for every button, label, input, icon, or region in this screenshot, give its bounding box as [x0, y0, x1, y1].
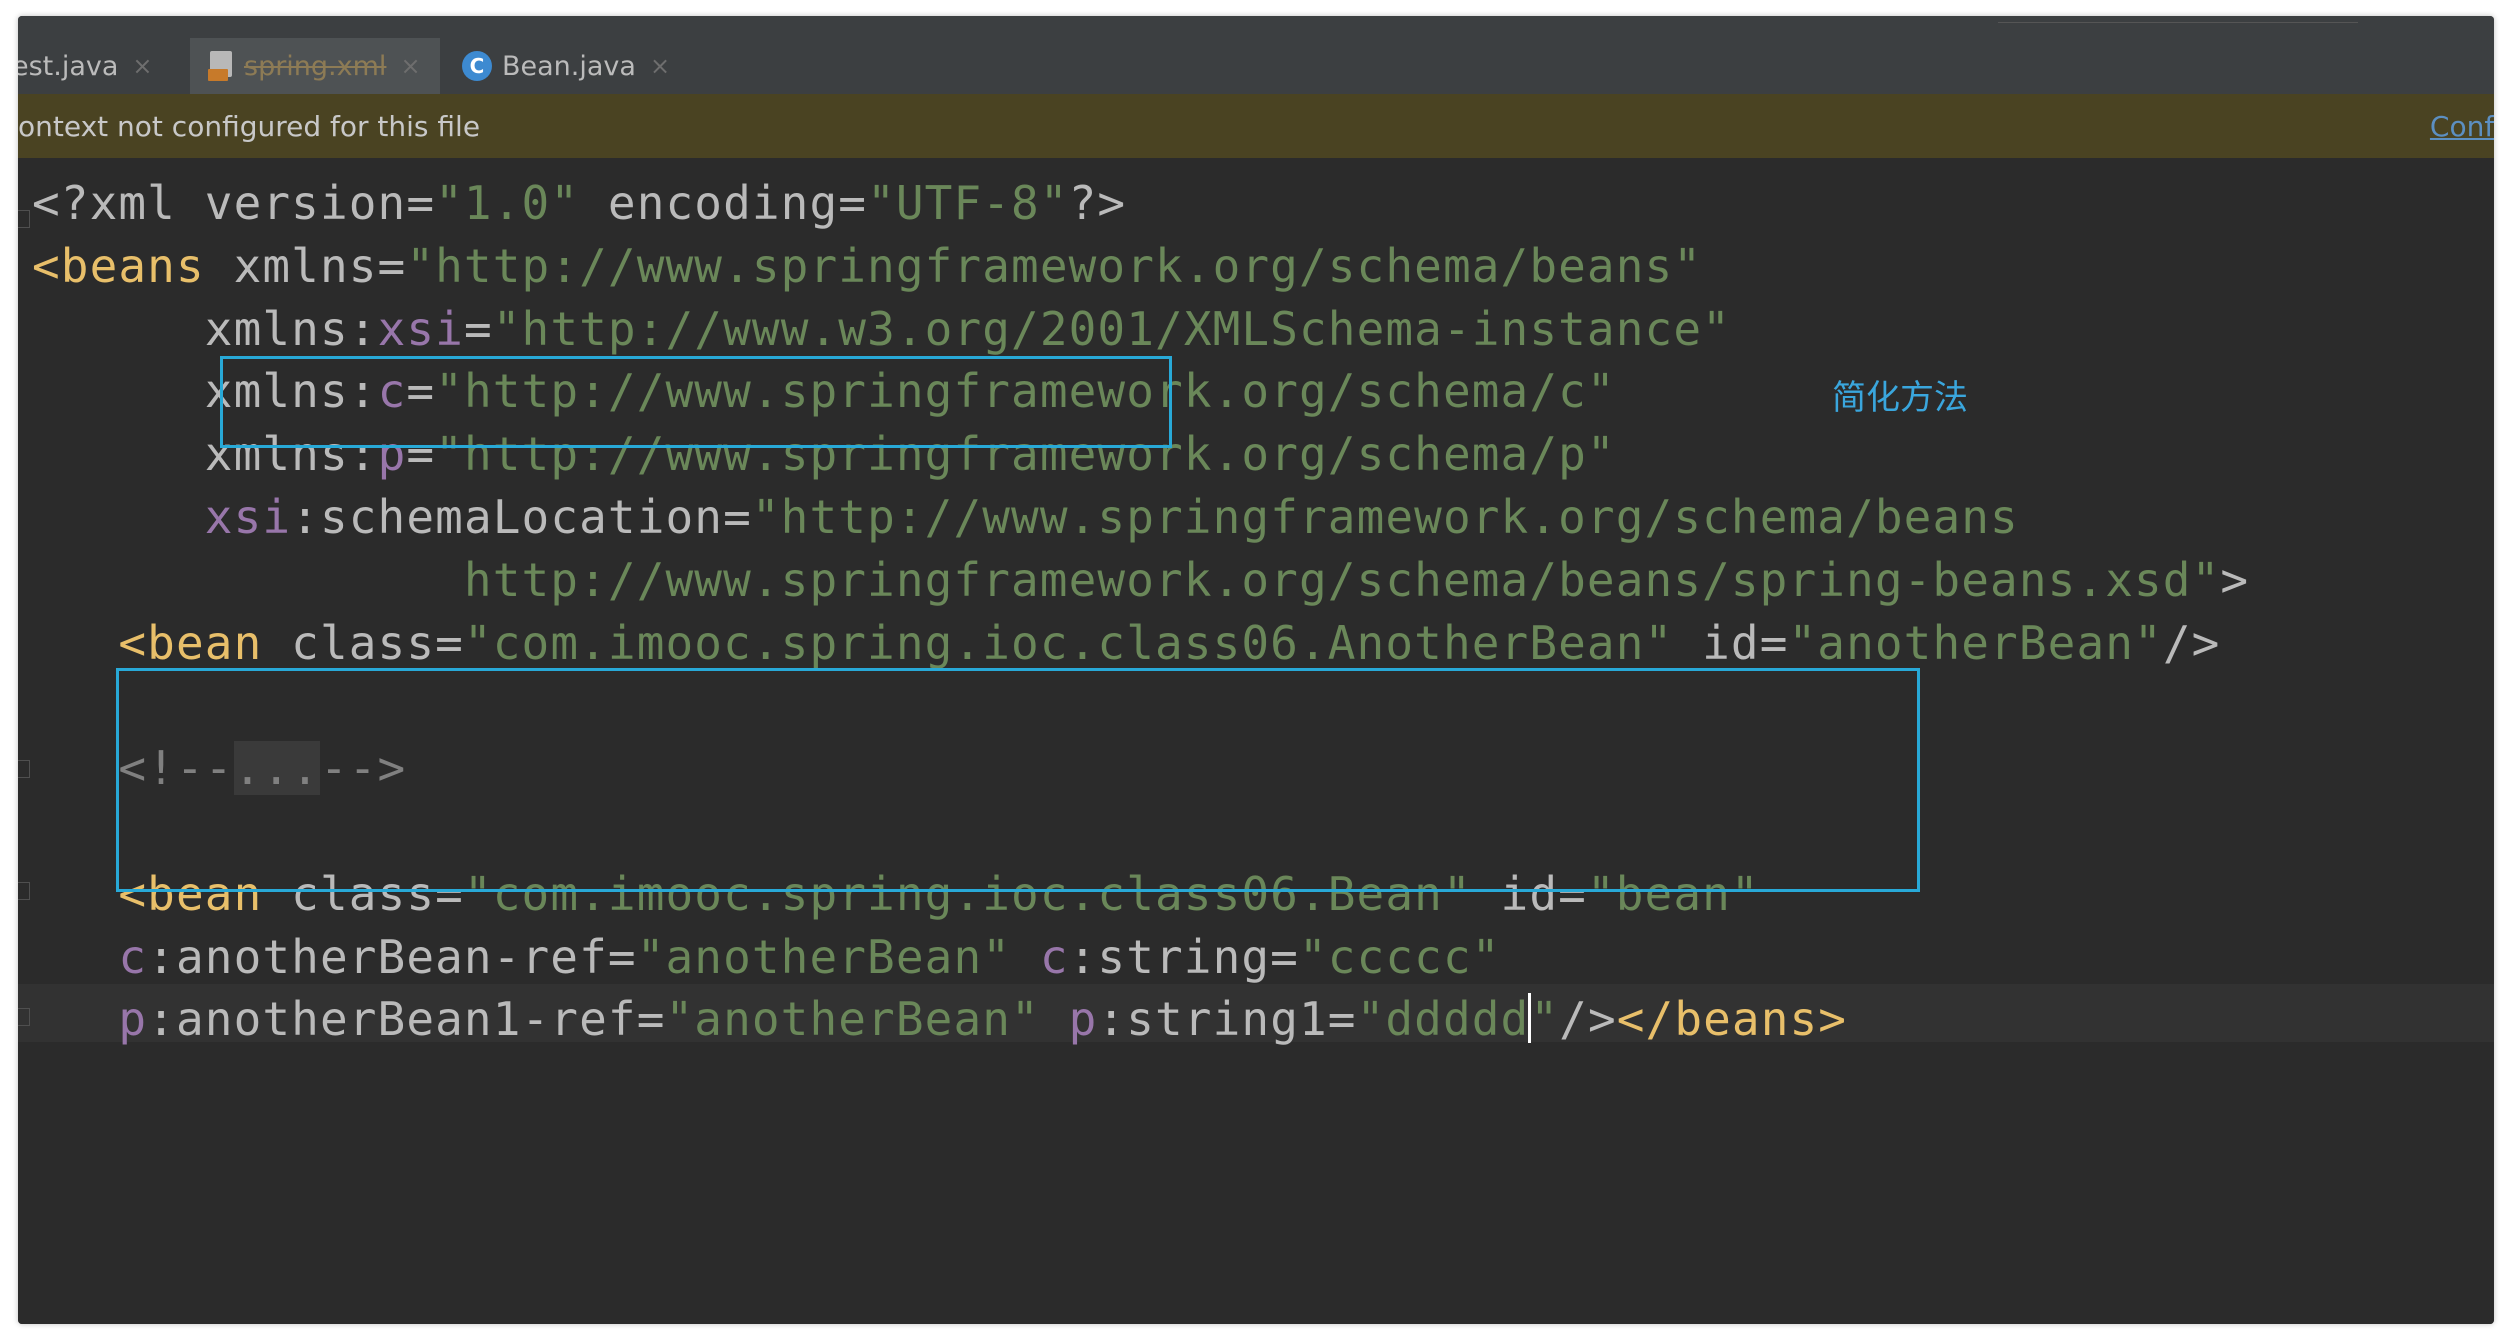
- tab-bean-java[interactable]: C Bean.java ×: [448, 38, 670, 94]
- close-icon[interactable]: ×: [132, 52, 152, 80]
- configure-link[interactable]: Confi: [2430, 110, 2494, 143]
- close-icon[interactable]: ×: [650, 52, 670, 80]
- notification-message: ontext not configured for this file: [18, 110, 481, 143]
- editor-tab-bar: est.java × spring.xml × C Bean.java ×: [18, 16, 2494, 95]
- annotation-label: 简化方法: [1832, 378, 1968, 418]
- bean-highlight-box: [116, 668, 1920, 892]
- fold-marker-icon[interactable]: [18, 760, 30, 778]
- namespace-highlight-box: [220, 356, 1172, 448]
- code-editor[interactable]: <?xml version="1.0" encoding="UTF-8"?> <…: [18, 158, 2494, 1324]
- tab-label: Bean.java: [502, 50, 636, 82]
- code-line: xmlns:xsi="http://www.w3.org/2001/XMLSch…: [204, 301, 1731, 356]
- code-line: <beans xmlns="http://www.springframework…: [32, 238, 1703, 293]
- code-line: c:anotherBean-ref="anotherBean" c:string…: [118, 929, 1501, 984]
- code-line: <bean class="com.imooc.spring.ioc.class0…: [118, 615, 2221, 670]
- fold-marker-icon[interactable]: [18, 882, 30, 900]
- ide-window: est.java × spring.xml × C Bean.java × on…: [18, 16, 2494, 1324]
- code-line: xsi:schemaLocation="http://www.springfra…: [204, 489, 2019, 544]
- notification-banner: ontext not configured for this file Conf…: [18, 94, 2494, 159]
- code-line: http://www.springframework.org/schema/be…: [463, 552, 2250, 607]
- fold-marker-icon[interactable]: [18, 1008, 30, 1026]
- class-c-icon: C: [462, 51, 492, 81]
- code-content[interactable]: <?xml version="1.0" encoding="UTF-8"?> <…: [32, 172, 2249, 1051]
- tab-test-java[interactable]: est.java ×: [18, 38, 153, 94]
- tab-label: spring.xml: [244, 50, 387, 82]
- xml-file-icon: [208, 51, 236, 81]
- tab-label: est.java: [18, 50, 119, 82]
- code-line: <?xml version="1.0" encoding="UTF-8"?>: [32, 176, 1127, 230]
- tab-spring-xml[interactable]: spring.xml ×: [190, 38, 440, 94]
- fold-marker-icon[interactable]: [18, 210, 30, 228]
- code-line: p:anotherBean1-ref="anotherBean" p:strin…: [118, 992, 1617, 1047]
- close-icon[interactable]: ×: [400, 52, 420, 80]
- toolbar-divider: [1998, 16, 2358, 23]
